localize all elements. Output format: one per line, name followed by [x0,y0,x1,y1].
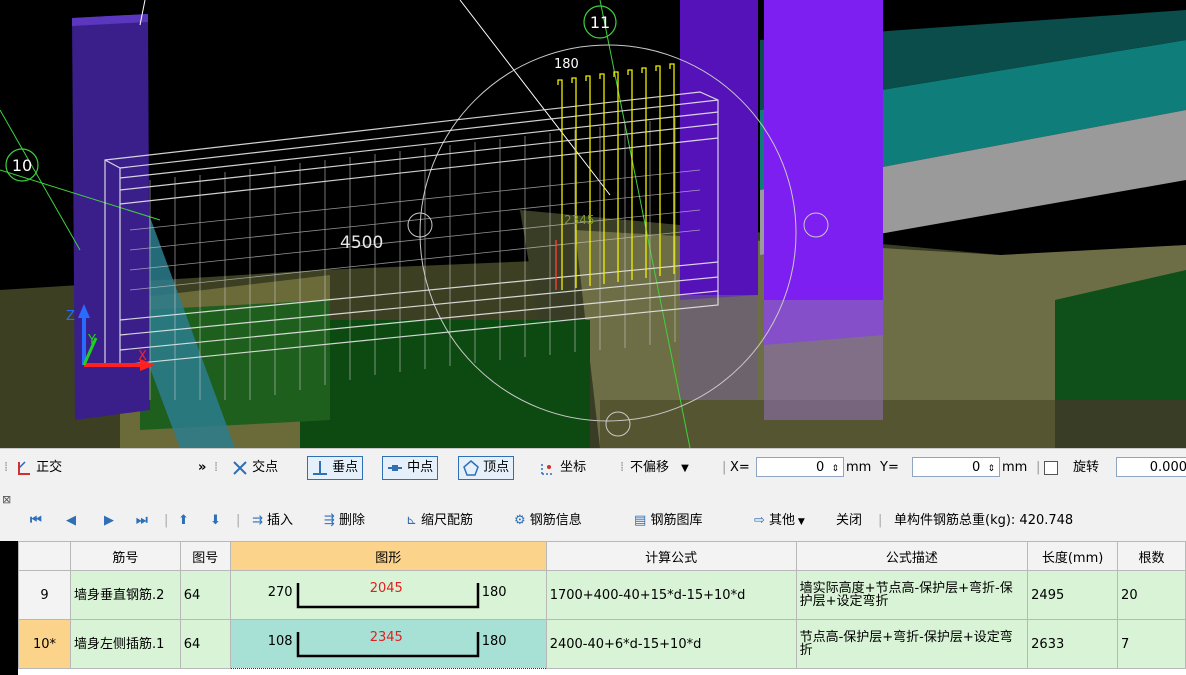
midpoint-icon [388,464,402,471]
table-row[interactable]: 10* 墙身左侧插筋.1 64 108 2345 180 2400-40+6*d… [18,619,1186,669]
svg-text:X: X [138,349,147,364]
y-input[interactable]: 0 ⇕ [912,457,1000,477]
rebar-grid: 筋号 图号 图形 计算公式 公式描述 长度(mm) 根数 9 墙身垂直钢筋.2 … [18,541,1186,675]
vertex-icon [463,459,479,476]
snap-toolbar: ⁞ 正交 » ⁞ 交点 垂点 中点 顶点 坐标 ⁞ 不偏移 ▼ | X= 0 ⇕… [0,448,1186,488]
dim-4500: 4500 [340,233,383,253]
formula[interactable]: 2400-40+6*d-15+10*d [545,619,797,669]
col-header-shape[interactable]: 图形 [229,541,547,571]
shape-cell[interactable]: 108 2345 180 [229,619,547,669]
move-down-icon[interactable]: ⬇ [210,510,221,532]
svg-text:11: 11 [590,13,610,32]
row-number[interactable]: 9 [18,570,71,620]
figure-number[interactable]: 64 [179,570,231,620]
col-header[interactable]: 图号 [179,541,231,571]
shape-cell[interactable]: 270 2045 180 [229,570,547,620]
col-header[interactable]: 根数 [1117,541,1186,571]
prev-record-icon[interactable]: ◀ [66,510,76,532]
figure-number[interactable]: 64 [179,619,231,669]
dim-2345: 2345 [564,213,595,227]
rebar-name[interactable]: 墙身垂直钢筋.2 [69,570,181,620]
chevron-down-icon: ▼ [681,463,689,474]
spinner-icon[interactable]: ⇕ [831,464,839,474]
header-row: 筋号 图号 图形 计算公式 公式描述 长度(mm) 根数 [18,541,1186,571]
total-weight: 单构件钢筋总重(kg): 420.748 [894,513,1074,528]
intersect-icon [233,460,247,475]
length[interactable]: 2495 [1027,570,1119,620]
coordinate-icon [541,461,554,475]
offset-select[interactable]: 不偏移 ▼ [630,457,689,479]
rebar-toolbar: ⊠ ⏮ ◀ ▶ ⏭ | ⬆ ⬇ | ⇉ 插入 ⇶ 删除 ⊾ 缩尺配筋 ⚙ 钢筋信… [0,487,1186,541]
intersect-button[interactable]: 交点 [232,457,278,479]
perpendicular-button[interactable]: 垂点 [307,456,364,480]
panel-pin-icon[interactable]: ⊠ [2,489,11,511]
grid-axis-10: 10 [5,148,39,182]
svg-text:10: 10 [12,156,32,175]
move-up-icon[interactable]: ⬆ [178,510,189,532]
ortho-toggle[interactable]: 正交 [16,457,62,479]
formula-description[interactable]: 节点高-保护层+弯折-保护层+设定弯折 [795,619,1029,669]
x-unit: mm [846,460,872,475]
spinner-icon[interactable]: ⇕ [987,464,995,474]
count[interactable]: 7 [1117,619,1186,669]
col-header[interactable]: 筋号 [69,541,181,571]
coordinate-button[interactable]: 坐标 [540,457,586,479]
insert-icon: ⇉ [252,513,263,528]
x-label: X= [730,460,750,475]
col-header[interactable]: 公式描述 [795,541,1029,571]
chevron-down-icon: ▼ [795,517,805,527]
info-icon: ⚙ [514,513,526,528]
perpendicular-icon [313,460,327,475]
midpoint-button[interactable]: 中点 [382,456,439,480]
svg-text:Y: Y [87,333,96,348]
rotate-input[interactable]: 0.000 [1116,457,1186,477]
other-icon: ⇨ [754,513,765,528]
y-unit: mm [1002,460,1028,475]
3d-scene[interactable]: 11 10 4500 180 2345 Z Y X [0,0,1186,448]
delete-button[interactable]: ⇶ 删除 [324,510,365,532]
close-button[interactable]: 关闭 [836,510,862,532]
y-label: Y= [880,460,899,475]
rebar-table: 筋号 图号 图形 计算公式 公式描述 长度(mm) 根数 9 墙身垂直钢筋.2 … [18,541,1186,669]
rotate-checkbox[interactable] [1044,461,1058,475]
ortho-icon [18,460,30,475]
row-number[interactable]: 10* [18,619,71,669]
scale-rebar-button[interactable]: ⊾ 缩尺配筋 [406,510,473,532]
rebar-library-button[interactable]: ▤ 钢筋图库 [634,510,702,532]
insert-button[interactable]: ⇉ 插入 [252,510,293,532]
toolbar-grip: ⁞ [4,460,9,475]
rebar-shape: 270 2045 180 [234,572,534,619]
first-record-icon[interactable]: ⏮ [30,510,42,532]
last-record-icon[interactable]: ⏭ [136,510,148,532]
formula-description[interactable]: 墙实际高度+节点高-保护层+弯折-保护层+设定弯折 [795,570,1029,620]
svg-text:Z: Z [66,309,75,324]
formula[interactable]: 1700+400-40+15*d-15+10*d [545,570,797,620]
scale-icon: ⊾ [406,513,417,528]
rebar-shape: 108 2345 180 [234,621,534,668]
grid-axis-11: 11 [583,5,617,39]
ortho-label: 正交 [36,460,63,475]
col-header [18,541,71,571]
rebar-info-button[interactable]: ⚙ 钢筋信息 [514,510,582,532]
next-record-icon[interactable]: ▶ [104,510,114,532]
more-chevron[interactable]: » [198,457,206,479]
table-row[interactable]: 9 墙身垂直钢筋.2 64 270 2045 180 1700+400-40+1… [18,570,1186,620]
other-menu[interactable]: ⇨ 其他 ▼ [754,510,805,532]
col-header[interactable]: 长度(mm) [1027,541,1119,571]
count[interactable]: 20 [1117,570,1186,620]
x-input[interactable]: 0 ⇕ [756,457,844,477]
rebar-name[interactable]: 墙身左侧插筋.1 [69,619,181,669]
3d-viewport[interactable]: 11 10 4500 180 2345 Z Y X [0,0,1186,448]
dim-180: 180 [554,57,579,72]
rotate-label: 旋转 [1073,460,1100,475]
vertex-button[interactable]: 顶点 [458,456,515,480]
delete-icon: ⇶ [324,513,335,528]
library-icon: ▤ [634,513,647,528]
length[interactable]: 2633 [1027,619,1119,669]
col-header[interactable]: 计算公式 [545,541,797,571]
